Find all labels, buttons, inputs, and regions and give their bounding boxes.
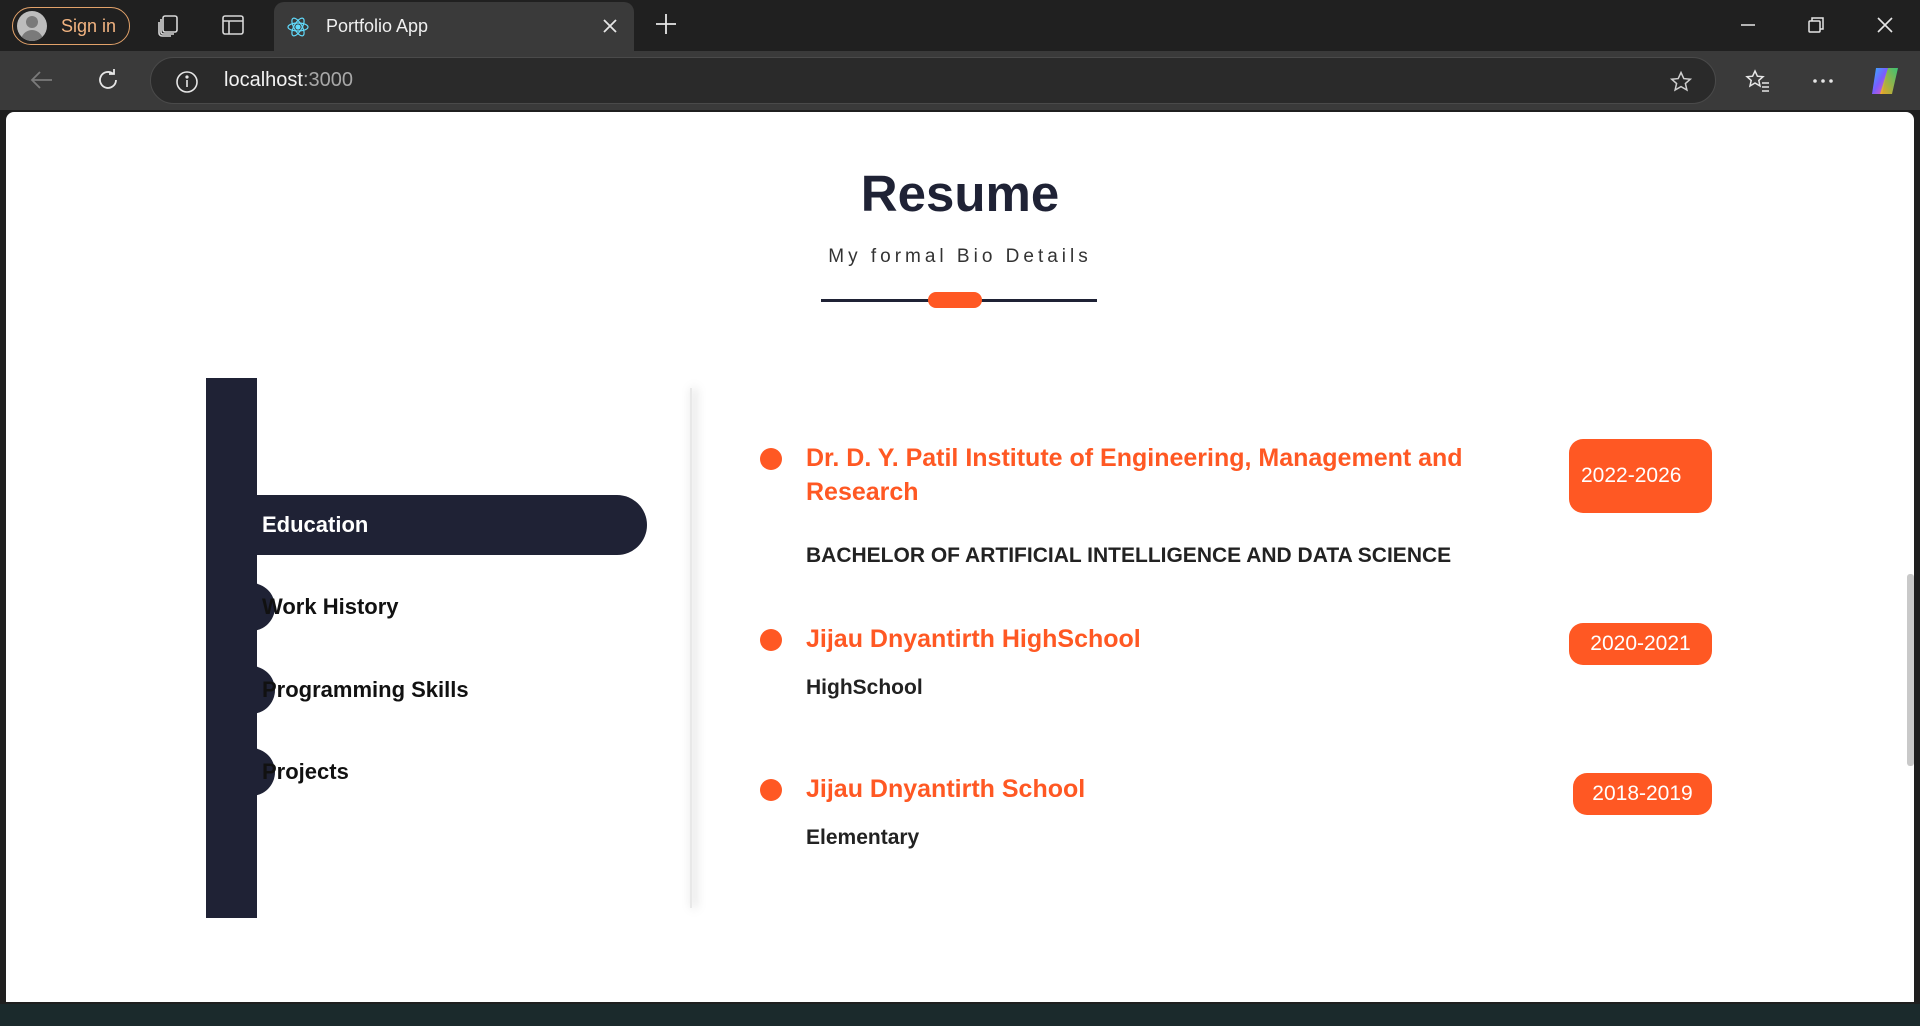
- address-bar[interactable]: localhost:3000: [150, 57, 1716, 104]
- entry-subheading: Elementary: [806, 826, 920, 849]
- close-window-icon[interactable]: [1874, 14, 1896, 36]
- menu-item-label: Work History: [262, 594, 399, 619]
- sign-in-label: Sign in: [61, 15, 117, 36]
- entry-subheading: BACHELOR OF ARTIFICIAL INTELLIGENCE AND …: [806, 544, 1452, 567]
- entry-date-badge: 2018-2019: [1573, 773, 1712, 815]
- more-options-icon[interactable]: [1810, 68, 1836, 94]
- sign-in-button[interactable]: Sign in: [12, 7, 130, 45]
- resume-menu-bar: [206, 378, 257, 918]
- url-port: :3000: [302, 69, 353, 91]
- copilot-icon[interactable]: [1868, 64, 1902, 98]
- entry-heading: Dr. D. Y. Patil Institute of Engineering…: [806, 444, 1463, 506]
- profile-avatar-icon: [17, 11, 47, 41]
- favorites-icon[interactable]: [1745, 68, 1771, 94]
- title-separator-pill: [928, 292, 982, 308]
- entry-heading: Jijau Dnyantirth School: [806, 775, 1086, 803]
- workspaces-icon[interactable]: [156, 12, 182, 38]
- menu-item-label: Programming Skills: [262, 677, 469, 702]
- education-entry: Jijau Dnyantirth HighSchool HighSchool 2…: [760, 622, 1720, 712]
- tab-portfolio-app[interactable]: Portfolio App: [274, 2, 634, 51]
- entry-bullet: [760, 448, 782, 470]
- os-taskbar: [0, 1004, 1920, 1026]
- favorite-star-icon[interactable]: [1669, 70, 1693, 94]
- refresh-icon[interactable]: [94, 66, 122, 94]
- education-entry: Jijau Dnyantirth School Elementary 2018-…: [760, 772, 1720, 862]
- close-tab-icon[interactable]: [600, 16, 620, 36]
- entry-date-badge: 2022-2026: [1569, 439, 1712, 513]
- entry-heading: Jijau Dnyantirth HighSchool: [806, 625, 1141, 653]
- minimize-icon[interactable]: [1737, 14, 1759, 36]
- entry-date-badge: 2020-2021: [1569, 623, 1712, 665]
- url-text: localhost:3000: [224, 69, 353, 92]
- url-host: localhost: [224, 69, 303, 91]
- new-tab-icon[interactable]: [654, 12, 678, 36]
- page-scrollbar[interactable]: [1907, 574, 1914, 766]
- react-icon: [287, 17, 309, 36]
- resume-title: Resume: [860, 165, 1060, 222]
- menu-item-programming-skills[interactable]: Programming Skills: [237, 660, 469, 720]
- menu-item-projects[interactable]: Projects: [237, 742, 349, 802]
- entry-subheading: HighSchool: [806, 676, 923, 699]
- menu-item-label: Projects: [262, 759, 349, 784]
- tab-title: Portfolio App: [326, 16, 429, 36]
- education-entry: Dr. D. Y. Patil Institute of Engineering…: [760, 439, 1720, 567]
- entry-bullet: [760, 779, 782, 801]
- menu-divider: [690, 388, 692, 908]
- browser-tab-bar: Sign in Portfolio App: [0, 0, 1920, 51]
- page-viewport: Resume My formal Bio Details Education W…: [6, 112, 1914, 1002]
- menu-item-work-history[interactable]: Work History: [237, 577, 399, 637]
- tab-actions-icon[interactable]: [220, 12, 246, 38]
- site-info-icon[interactable]: [175, 70, 199, 94]
- back-arrow-icon[interactable]: [28, 66, 56, 94]
- restore-icon[interactable]: [1805, 14, 1827, 36]
- menu-item-label: Education: [262, 512, 369, 537]
- resume-subtitle: My formal Bio Details: [828, 246, 1092, 267]
- menu-item-education[interactable]: Education: [257, 495, 647, 555]
- entry-bullet: [760, 629, 782, 651]
